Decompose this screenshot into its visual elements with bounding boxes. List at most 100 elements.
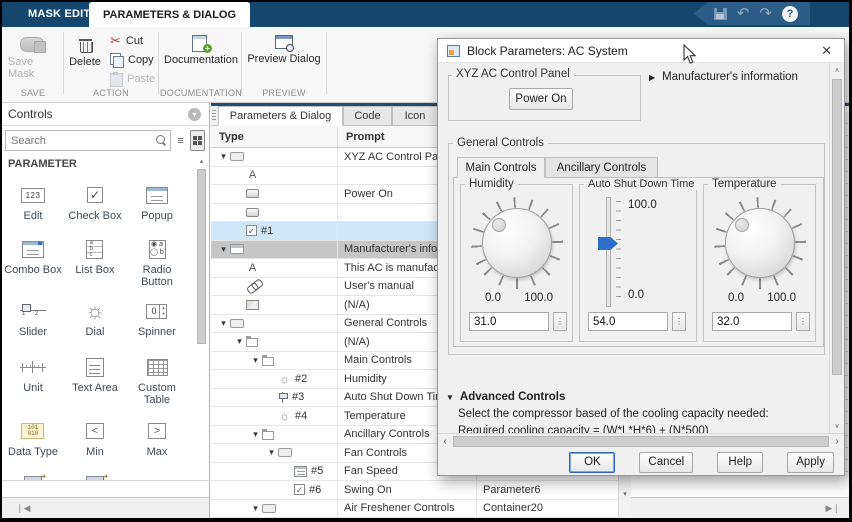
close-icon[interactable]: ✕ [818,43,835,59]
documentation-label: Documentation [164,54,238,66]
splitter-handle[interactable] [212,110,216,122]
collapse-chevron-icon[interactable]: ▾ [188,108,201,121]
dialog-horizontal-scrollbar[interactable]: ‹ › [438,433,844,448]
search-input[interactable] [6,131,170,150]
collapse-right-icon[interactable]: ▶❘ [826,503,840,514]
temperature-stepper[interactable]: ⋮ [796,312,810,331]
tree-collapse-icon[interactable]: ▾ [233,336,246,347]
controls-scrollbar[interactable]: ▴ ▾ [195,155,208,522]
advanced-controls-toggle[interactable]: ▼ Advanced Controls [446,391,821,403]
auto-shut-down-slider-thumb[interactable] [598,237,618,250]
table-row[interactable]: ✓#6Swing OnParameter6 [211,481,618,500]
tree-collapse-icon[interactable]: ▾ [249,355,262,366]
group-label-preview: PREVIEW [244,88,324,98]
tree-collapse-icon[interactable]: ▾ [217,244,230,255]
auto-shut-down-slider-track[interactable] [606,197,611,307]
humidity-dial[interactable] [482,208,552,278]
group-type-icon [262,504,276,513]
table-row[interactable]: ▾Air Freshener ControlsContainer20 [211,500,618,519]
control-item-max[interactable]: >Max [147,415,168,467]
cancel-button[interactable]: Cancel [639,452,693,473]
auto-shut-down-stepper[interactable]: ⋮ [672,312,686,331]
control-item-text-area[interactable]: Text Area [72,351,118,415]
type-cell [211,204,338,222]
tree-collapse-icon[interactable]: ▾ [217,151,230,162]
control-item-dial[interactable]: ☼Dial [85,295,105,351]
documentation-button[interactable]: Documentation [162,35,240,66]
control-item-radio-button[interactable]: ◉ a◯ bRadio Button [126,233,188,295]
edit-icon: 123 [21,183,45,207]
delete-label: Delete [69,56,101,68]
control-item-data-type[interactable]: 101010Data Type [8,415,58,467]
control-item-label: Slider [19,326,47,338]
control-item-check-box[interactable]: ✓Check Box [68,179,121,233]
tab-main-controls[interactable]: Main Controls [457,157,545,178]
dialog-hscrollbar-thumb[interactable] [453,436,829,447]
tree-collapse-icon[interactable]: ▾ [265,447,278,458]
humidity-stepper[interactable]: ⋮ [553,312,567,331]
type-cell: ▾ [211,333,338,351]
control-item-spinner[interactable]: 0Spinner [138,295,176,351]
xyz-groupbox-label: XYZ AC Control Panel [452,68,574,80]
save-mask-button[interactable]: Save Mask [8,35,58,80]
name-cell: Parameter6 [477,481,618,499]
save-mask-icon [20,35,46,53]
copy-button[interactable]: Copy [110,53,154,67]
control-item-list-box[interactable]: abcList Box [75,233,114,295]
undo-icon[interactable]: ↶ [737,6,750,21]
tree-collapse-icon[interactable]: ▾ [217,318,230,329]
right-collapse-bar[interactable]: ▶❘ [631,497,852,518]
list-view-button[interactable]: ≡ [173,130,188,151]
control-item-popup[interactable]: Popup [141,179,173,233]
control-item-unit[interactable]: Unit [20,351,46,415]
dialog-titlebar[interactable]: Block Parameters: AC System ✕ [438,39,844,63]
tree-collapse-icon[interactable]: ▾ [249,429,262,440]
left-collapse-bar[interactable]: ❘◀ [0,497,210,518]
scroll-up-icon[interactable]: ▴ [195,157,208,165]
control-item-label: Unit [23,382,43,394]
window-frame [0,0,852,2]
tab-parameters-dialog[interactable]: PARAMETERS & DIALOG [89,2,250,27]
ok-button[interactable]: OK [569,452,615,473]
dialog-scroll-down-icon[interactable]: ∨ [830,422,844,430]
temperature-dial[interactable] [725,208,795,278]
dialog-scrollbar-thumb[interactable] [832,79,842,375]
explorer-scroll-down-icon[interactable]: ▾ [619,488,631,501]
cut-button[interactable]: ✂ Cut [110,34,143,47]
apply-button[interactable]: Apply [787,452,834,473]
scrollbar-thumb[interactable] [197,169,206,344]
dialog-scroll-left-icon[interactable]: ‹ [438,436,452,447]
control-item-label: Popup [141,210,173,222]
dialog-title: Block Parameters: AC System [467,44,628,58]
tab-parameters-and-dialog[interactable]: Parameters & Dialog [218,106,343,126]
documentation-icon [192,35,210,51]
dialog-scroll-right-icon[interactable]: › [830,436,844,447]
tree-collapse-icon[interactable]: ▾ [249,503,262,514]
control-item-custom-table[interactable]: Custom Table [126,351,188,415]
tab-code[interactable]: Code [343,106,392,126]
temperature-value-field[interactable] [712,312,792,331]
paste-button[interactable]: Paste [110,72,155,86]
save-icon[interactable] [714,8,727,20]
control-item-slider[interactable]: 1 2Slider [19,295,47,351]
redo-icon[interactable]: ↷ [759,6,772,21]
control-item-combo-box[interactable]: Combo Box [4,233,61,295]
manufacturer-info-toggle[interactable]: ▶ Manufacturer's information [649,71,798,83]
help-icon[interactable]: ? [782,6,798,22]
preview-dialog-button[interactable]: Preview Dialog [244,35,324,65]
power-on-button[interactable]: Power On [509,88,573,110]
collapse-left-icon[interactable]: ❘◀ [16,503,30,514]
help-button[interactable]: Help [717,452,763,473]
auto-shut-down-value-field[interactable] [588,312,668,331]
tab-icon[interactable]: Icon [392,106,438,126]
tab-ancillary-controls[interactable]: Ancillary Controls [545,157,658,178]
grid-view-button[interactable] [190,130,205,151]
delete-button[interactable]: Delete [68,35,102,68]
quick-access-toolbar: ↶ ↷ ? [694,2,810,25]
dialog-scroll-up-icon[interactable]: ∧ [830,66,844,74]
column-header-type[interactable]: Type [211,126,338,147]
control-item-min[interactable]: <Min [86,415,104,467]
control-item-edit[interactable]: 123Edit [21,179,45,233]
humidity-value-field[interactable] [469,312,549,331]
dialog-vertical-scrollbar[interactable]: ∧ ∨ [829,63,843,433]
